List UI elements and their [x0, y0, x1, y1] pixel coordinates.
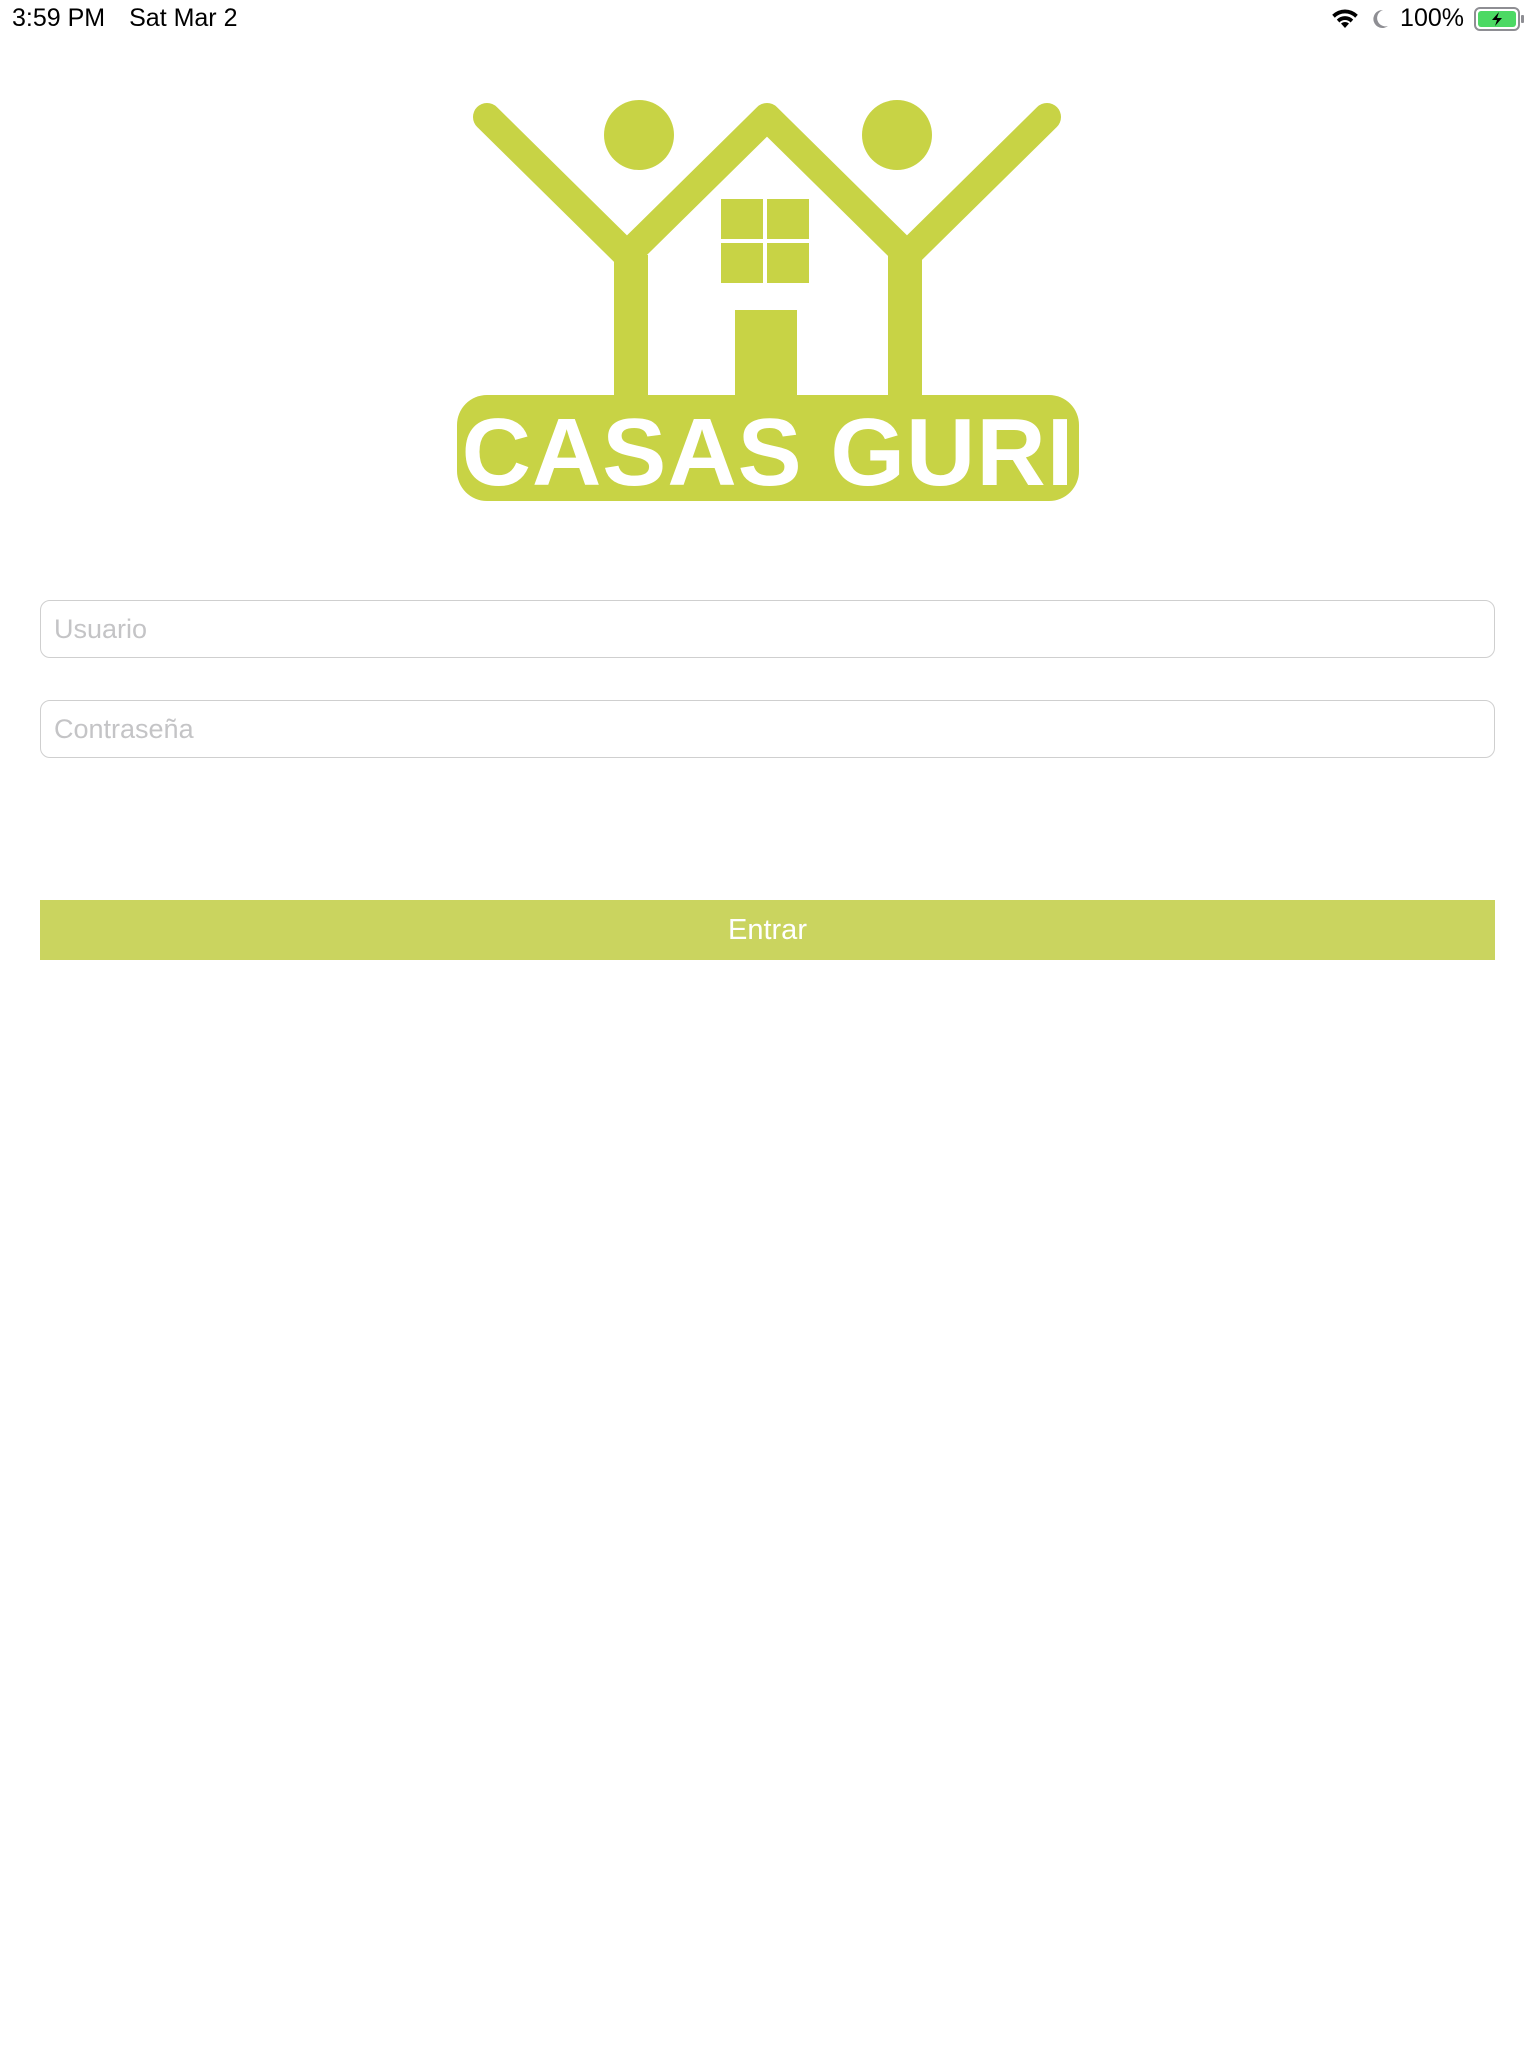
battery-charging-icon [1474, 6, 1526, 31]
username-input[interactable] [41, 601, 1494, 657]
wifi-icon [1330, 8, 1360, 30]
password-input[interactable] [41, 701, 1494, 757]
entrar-button[interactable]: Entrar [40, 900, 1495, 960]
username-field-container [40, 600, 1495, 658]
moon-icon [1370, 8, 1390, 30]
status-left: 3:59 PM Sat Mar 2 [12, 4, 237, 33]
status-date: Sat Mar 2 [129, 4, 238, 32]
casas-guri-logo: CASAS GURI [457, 95, 1079, 506]
status-time: 3:59 PM [12, 4, 106, 32]
password-field-container [40, 700, 1495, 758]
logo-text: CASAS GURI [462, 399, 1075, 505]
login-screen: 3:59 PM Sat Mar 2 100% CASAS GURI Usuari… [0, 0, 1536, 2048]
battery-percent: 100% [1400, 4, 1464, 32]
status-bar: 3:59 PM Sat Mar 2 100% [0, 0, 1536, 40]
status-right: 100% [1330, 4, 1526, 33]
